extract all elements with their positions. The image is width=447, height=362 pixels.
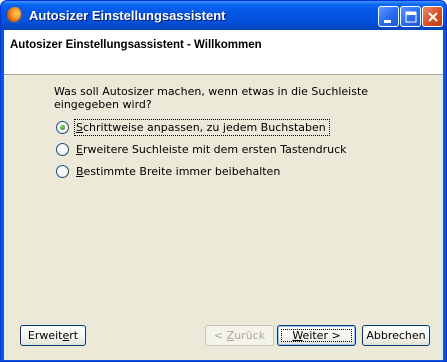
option-stepwise[interactable]: Schrittweise anpassen, zu jedem Buchstab… xyxy=(56,118,330,136)
radio-button[interactable] xyxy=(56,164,69,178)
back-button[interactable]: < Zurück xyxy=(205,325,274,346)
advanced-button[interactable]: Erweitert xyxy=(20,325,86,346)
wizard-window: Autosizer Einstellungsassistent Autosize… xyxy=(0,0,447,362)
option-label: Erweitere Suchleiste mit dem ersten Tast… xyxy=(76,142,347,156)
cancel-button[interactable]: Abbrechen xyxy=(362,325,430,346)
radio-button-checked[interactable] xyxy=(56,120,69,134)
wizard-header: Autosizer Einstellungsassistent - Willko… xyxy=(4,30,443,75)
page-title: Autosizer Einstellungsassistent - Willko… xyxy=(10,39,262,51)
option-label: Bestimmte Breite immer beibehalten xyxy=(76,164,281,178)
maximize-icon xyxy=(405,11,417,23)
close-button[interactable] xyxy=(422,6,443,27)
close-icon xyxy=(428,12,438,22)
option-fixed-width[interactable]: Bestimmte Breite immer beibehalten xyxy=(56,163,280,179)
minimize-button[interactable] xyxy=(378,6,399,27)
title-bar[interactable]: Autosizer Einstellungsassistent xyxy=(1,1,446,30)
wizard-client-area: Autosizer Einstellungsassistent - Willko… xyxy=(4,30,443,360)
question-text: Was soll Autosizer machen, wenn etwas in… xyxy=(54,85,369,111)
firefox-app-icon xyxy=(7,7,23,23)
next-button[interactable]: Weiter > xyxy=(277,325,356,346)
option-label: Schrittweise anpassen, zu jedem Buchstab… xyxy=(74,118,330,136)
minimize-icon xyxy=(384,20,391,23)
option-expand-first-key[interactable]: Erweitere Suchleiste mit dem ersten Tast… xyxy=(56,141,347,157)
maximize-button[interactable] xyxy=(400,6,421,27)
window-title: Autosizer Einstellungsassistent xyxy=(29,8,226,23)
radio-button[interactable] xyxy=(56,142,69,156)
